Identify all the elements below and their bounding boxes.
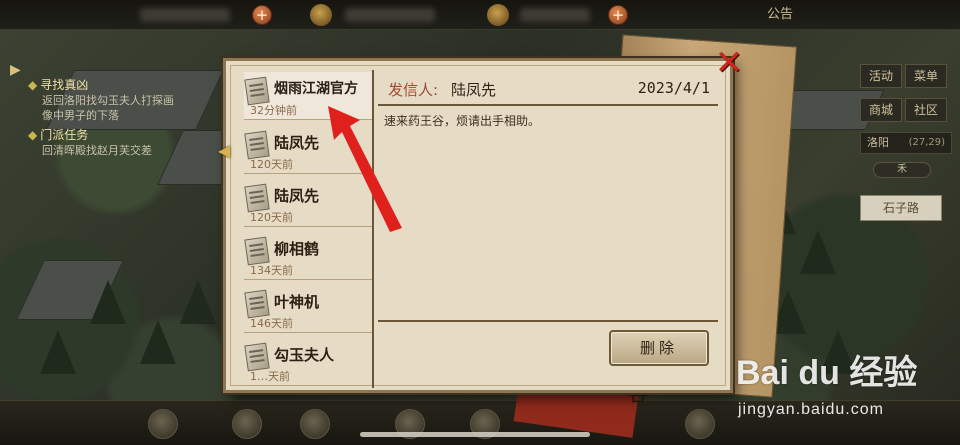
quest-title-text: 门派任务 bbox=[40, 128, 89, 142]
mail-time: 32分钟前 bbox=[250, 104, 297, 117]
map-icon[interactable] bbox=[685, 409, 715, 439]
resource-value-blurred bbox=[140, 8, 230, 22]
diamond-icon: ◆ bbox=[28, 128, 38, 142]
mail-body: 速来药王谷，烦请出手相助。 bbox=[384, 114, 541, 128]
place-name-label[interactable]: 石子路 bbox=[860, 195, 942, 221]
collapse-arrow-icon[interactable]: ▶ bbox=[10, 62, 26, 82]
activity-button[interactable]: 活动 bbox=[860, 64, 902, 88]
mall-button[interactable]: 商城 bbox=[860, 98, 902, 122]
mail-list-item[interactable]: 勾玉夫人 1…天前 bbox=[244, 338, 372, 386]
mail-date: 2023/4/1 bbox=[637, 79, 710, 97]
map-tree bbox=[90, 280, 126, 324]
mail-sender: 烟雨江湖官方 bbox=[274, 81, 358, 97]
home-indicator[interactable] bbox=[360, 432, 590, 437]
add-gold-button[interactable]: + bbox=[608, 5, 628, 25]
quest-description[interactable]: 回清晖殿找赵月芙交差 bbox=[28, 143, 178, 158]
divider bbox=[378, 320, 718, 322]
mail-time: 134天前 bbox=[250, 264, 293, 277]
quest-title[interactable]: ◆ 寻找真凶 bbox=[28, 78, 178, 93]
quest-title[interactable]: ◆ 门派任务 bbox=[28, 128, 178, 143]
resource-icon bbox=[310, 4, 332, 26]
resource-value-blurred bbox=[345, 8, 435, 22]
menu-button[interactable]: 菜单 bbox=[905, 64, 947, 88]
community-button[interactable]: 社区 bbox=[905, 98, 947, 122]
delete-button[interactable]: 删除 bbox=[609, 330, 709, 366]
gold-ingot-icon bbox=[487, 4, 509, 26]
resource-value-blurred bbox=[520, 8, 590, 22]
mail-time: 120天前 bbox=[250, 158, 293, 171]
location-name: 洛阳 bbox=[867, 136, 889, 149]
location-display[interactable]: 洛阳 (27,29) bbox=[860, 132, 952, 154]
quest-title-text: 寻找真凶 bbox=[40, 78, 89, 92]
mail-time: 120天前 bbox=[250, 211, 293, 224]
bag-icon[interactable] bbox=[300, 409, 330, 439]
notice-button[interactable]: 公告 bbox=[760, 5, 800, 25]
baidu-watermark: Bai du 经验 jingyan.baidu.com bbox=[736, 345, 951, 430]
compass-toggle[interactable]: 禾 bbox=[873, 162, 931, 178]
mail-detail-header: 发信人: 陆凤先 2023/4/1 bbox=[378, 72, 718, 106]
mail-time: 146天前 bbox=[250, 317, 293, 330]
mail-sender: 柳相鹤 bbox=[274, 240, 320, 258]
annotation-arrow-icon bbox=[328, 106, 402, 232]
watermark-url: jingyan.baidu.com bbox=[738, 401, 884, 418]
sender-name: 陆凤先 bbox=[451, 81, 497, 99]
mail-time: 1…天前 bbox=[250, 370, 290, 383]
map-tree bbox=[40, 330, 76, 374]
sender-label: 发信人: bbox=[388, 81, 439, 99]
diamond-icon: ◆ bbox=[28, 78, 38, 92]
skill-icon[interactable] bbox=[232, 409, 262, 439]
add-resource-button[interactable]: + bbox=[252, 5, 272, 25]
quest-description[interactable]: 返回洛阳找勾玉夫人打探画像中男子的下落 bbox=[28, 93, 178, 123]
location-coordinates: (27,29) bbox=[908, 137, 945, 148]
mail-sender: 陆凤先 bbox=[274, 187, 320, 205]
map-tree bbox=[140, 320, 176, 364]
top-resource-bar: + + 公告 bbox=[0, 0, 960, 30]
baidu-logo: Bai du 经验 bbox=[736, 354, 918, 392]
mail-sender: 勾玉夫人 bbox=[274, 346, 335, 364]
mail-sender: 叶神机 bbox=[274, 293, 320, 311]
character-icon[interactable] bbox=[148, 409, 178, 439]
quest-tracker: ◆ 寻找真凶 返回洛阳找勾玉夫人打探画像中男子的下落 ◆ 门派任务 回清晖殿找赵月芙… bbox=[28, 78, 178, 163]
mail-sender: 陆凤先 bbox=[274, 134, 320, 152]
map-tree bbox=[180, 280, 216, 324]
mail-list-item[interactable]: 叶神机 146天前 bbox=[244, 285, 372, 333]
map-tree bbox=[800, 230, 836, 274]
mail-list-item[interactable]: 柳相鹤 134天前 bbox=[244, 232, 372, 280]
